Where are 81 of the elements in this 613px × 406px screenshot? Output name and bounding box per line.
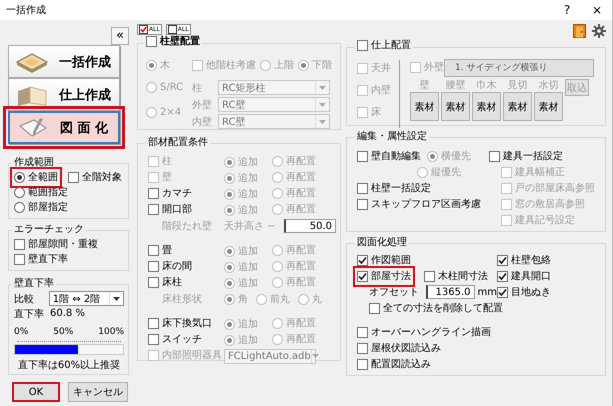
checkbox[interactable]: 屋根伏図読込み	[357, 342, 441, 354]
group-title: 壁直下率	[13, 277, 55, 291]
checkbox[interactable]: 部屋寸法	[357, 270, 411, 282]
field-label: 柱	[192, 82, 203, 94]
row-label: 階段たれ壁	[161, 220, 213, 233]
material-label: 壁	[420, 79, 430, 92]
compare-label: 比較	[14, 292, 35, 306]
cancel-button[interactable]: キャンセル	[68, 382, 128, 402]
ratio-value: 60.8 %	[50, 308, 85, 319]
row-label: 床柱形状	[161, 292, 203, 306]
material-button[interactable]: 素材	[410, 92, 439, 121]
unit-label: mm	[478, 286, 497, 298]
dropdown[interactable]: RC壁	[218, 114, 330, 129]
check-mark-icon	[140, 26, 147, 33]
help-button[interactable]: ?	[552, 3, 582, 17]
checkbox[interactable]: 配置図読込み	[357, 358, 431, 370]
material-button[interactable]: 素材	[503, 92, 532, 121]
collapse-button[interactable]: «	[111, 27, 129, 45]
checkbox[interactable]: 木柱間寸法	[424, 270, 488, 282]
material-button[interactable]: 素材	[441, 92, 470, 121]
scale-label: 100%	[98, 327, 124, 338]
siding-button[interactable]: 1. サイディング横張り	[444, 58, 594, 76]
radio-button[interactable]: 範囲指定	[14, 186, 68, 199]
checkbox[interactable]: 建具開口	[497, 270, 551, 282]
material-button[interactable]: 素材	[472, 92, 501, 121]
caret-icon	[312, 354, 319, 358]
caret-icon	[319, 102, 326, 106]
door-icon[interactable]	[573, 24, 586, 38]
group-title: 作成範囲	[13, 156, 55, 170]
group-title: 図面化処理	[356, 236, 408, 250]
field-label: 外壁	[192, 98, 213, 112]
checkbox[interactable]: 柱壁包絡	[497, 254, 551, 266]
offset-label: オフセット	[369, 286, 419, 299]
recommendation-note: 直下率は60%以上推奨	[16, 358, 122, 372]
checkbox[interactable]: 床柱	[148, 276, 182, 288]
caret-icon	[319, 120, 326, 124]
dropdown[interactable]: RC矩形柱	[218, 80, 330, 95]
checkbox[interactable]: オーバーハングライン描画	[357, 326, 491, 338]
checkbox[interactable]: カマチ	[148, 186, 192, 200]
checkbox[interactable]: 仕上配置	[357, 39, 411, 52]
scale-label: 50%	[53, 327, 74, 338]
checkbox[interactable]: 柱壁一括設定	[357, 182, 431, 194]
checkbox[interactable]: 目地ぬき	[497, 286, 551, 298]
checkbox[interactable]: 建具一括設定	[489, 150, 563, 162]
checkbox[interactable]: 畳	[148, 244, 172, 256]
group-title: 編集・属性設定	[356, 130, 428, 144]
checkbox[interactable]: 作図範囲	[357, 254, 411, 266]
checkbox[interactable]: 柱壁配置	[146, 35, 200, 48]
checkbox[interactable]: 全階対象	[68, 171, 122, 184]
checkbox[interactable]: 床下換気口	[148, 316, 212, 330]
settings-icon[interactable]	[592, 24, 606, 38]
checkbox[interactable]: 床の間	[148, 260, 192, 272]
scale-label: 0%	[14, 327, 28, 338]
material-label: 水切	[538, 79, 558, 92]
ratio-label: 直下率	[14, 308, 45, 320]
material-button[interactable]: 素材	[534, 92, 563, 121]
checkbox[interactable]: スキップフロア区画考慮	[357, 198, 481, 210]
checkbox[interactable]: 壁自動編集	[357, 150, 421, 162]
checkbox[interactable]: 全ての寸法を削除して配置	[369, 302, 503, 314]
dropdown[interactable]: 1階 ⇔ 2階	[48, 291, 124, 306]
ok-button[interactable]: OK	[12, 382, 60, 402]
checkbox[interactable]: 部屋隙間・重複	[14, 238, 98, 251]
offset-field[interactable]: 1365.0	[426, 285, 475, 299]
checkbox[interactable]: 開口部	[148, 202, 192, 216]
dropdown[interactable]: RC壁	[218, 97, 330, 112]
material-label: 巾木	[476, 79, 496, 92]
group-title: エラーチェック	[13, 223, 85, 237]
group-title: 部材配置条件	[147, 136, 209, 150]
field-label: 内壁	[192, 116, 213, 128]
mode-button[interactable]: 一括作成	[8, 45, 120, 78]
material-label: 見切	[508, 79, 528, 92]
checkbox[interactable]: スイッチ	[148, 332, 202, 346]
checkbox[interactable]: 壁直下率	[14, 253, 68, 266]
caret-icon	[113, 296, 120, 300]
caret-icon	[319, 86, 326, 90]
field-label: 天井高さ −	[224, 220, 277, 233]
material-label: 腰壁	[446, 79, 466, 92]
mode-button[interactable]: 仕上作成	[8, 78, 120, 111]
window-title: 一括作成	[6, 4, 47, 17]
radio-button[interactable]: 部屋指定	[14, 201, 68, 214]
close-button[interactable]: ×	[582, 3, 612, 17]
